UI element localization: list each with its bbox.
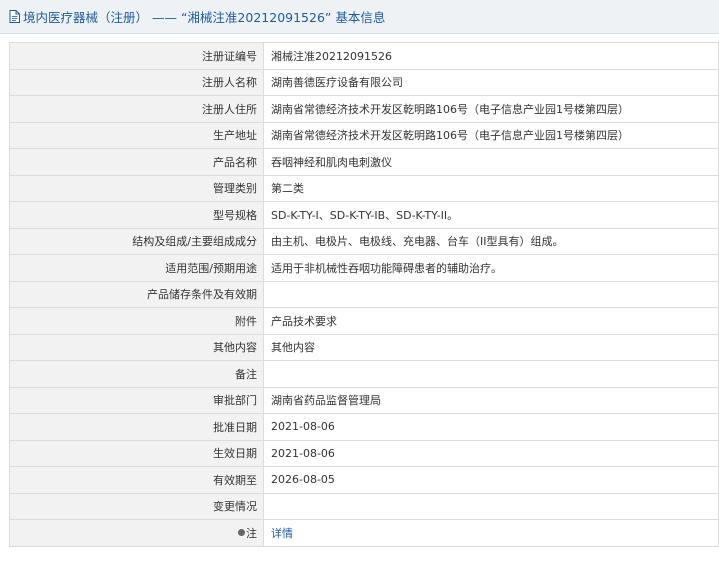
- table-row: 结构及组成/主要组成成分 由主机、电极片、电极线、充电器、台车（II型具有）组成。: [9, 227, 719, 255]
- table-row: 其他内容 其他内容: [9, 333, 719, 361]
- row-value: 湘械注准20212091526: [263, 42, 719, 70]
- row-label: 附件: [9, 307, 264, 335]
- row-value: 湖南善德医疗设备有限公司: [263, 68, 719, 96]
- page-title: 境内医疗器械（注册） —— “湘械注准20212091526” 基本信息: [23, 10, 386, 25]
- row-value: 2021-08-06: [263, 413, 719, 441]
- info-table-container: 注册证编号 湘械注准20212091526 注册人名称 湖南善德医疗设备有限公司 注册人…: [9, 42, 719, 547]
- details-link[interactable]: 详情: [271, 527, 293, 540]
- table-row: 注册人住所 湖南省常德经济技术开发区乾明路106号（电子信息产业园1号楼第四层）: [9, 95, 719, 123]
- row-label: 型号规格: [9, 201, 264, 229]
- table-row: 注册证编号 湘械注准20212091526: [9, 42, 719, 70]
- row-label: 注册人名称: [9, 68, 264, 96]
- table-row: 变更情况: [9, 492, 719, 520]
- note-label-cell: 注: [9, 519, 264, 547]
- row-value: 第二类: [263, 174, 719, 202]
- note-value-cell: 详情: [263, 519, 719, 547]
- row-label: 生产地址: [9, 121, 264, 149]
- row-label: 产品名称: [9, 148, 264, 176]
- row-label: 变更情况: [9, 492, 264, 520]
- row-value: [263, 360, 719, 388]
- table-row: 管理类别 第二类: [9, 174, 719, 202]
- row-value: 产品技术要求: [263, 307, 719, 335]
- row-label: 注册证编号: [9, 42, 264, 70]
- row-label: 审批部门: [9, 386, 264, 414]
- table-row: 审批部门 湖南省药品监督管理局: [9, 386, 719, 414]
- note-bullet-icon: [238, 529, 245, 537]
- row-value: [263, 492, 719, 520]
- row-label: 其他内容: [9, 333, 264, 361]
- row-value: 吞咽神经和肌肉电刺激仪: [263, 148, 719, 176]
- table-row: 生效日期 2021-08-06: [9, 439, 719, 467]
- table-row: 附件 产品技术要求: [9, 307, 719, 335]
- row-value: 其他内容: [263, 333, 719, 361]
- table-row-note: 注 详情: [9, 519, 719, 547]
- page-header: 境内医疗器械（注册） —— “湘械注准20212091526” 基本信息: [0, 0, 719, 34]
- document-icon: [9, 10, 20, 23]
- info-table: 注册证编号 湘械注准20212091526 注册人名称 湖南善德医疗设备有限公司 注册人…: [9, 42, 719, 547]
- table-row: 备注: [9, 360, 719, 388]
- row-value: [263, 280, 719, 308]
- table-row: 适用范围/预期用途 适用于非机械性吞咽功能障碍患者的辅助治疗。: [9, 254, 719, 282]
- row-label: 备注: [9, 360, 264, 388]
- row-label: 结构及组成/主要组成成分: [9, 227, 264, 255]
- row-value: 湖南省常德经济技术开发区乾明路106号（电子信息产业园1号楼第四层）: [263, 95, 719, 123]
- row-value: 2021-08-06: [263, 439, 719, 467]
- note-label: 注: [246, 526, 257, 540]
- row-value: 适用于非机械性吞咽功能障碍患者的辅助治疗。: [263, 254, 719, 282]
- row-value: 湖南省常德经济技术开发区乾明路106号（电子信息产业园1号楼第四层）: [263, 121, 719, 149]
- table-row: 产品名称 吞咽神经和肌肉电刺激仪: [9, 148, 719, 176]
- row-label: 管理类别: [9, 174, 264, 202]
- row-label: 生效日期: [9, 439, 264, 467]
- row-label: 有效期至: [9, 466, 264, 494]
- info-table-body: 注册证编号 湘械注准20212091526 注册人名称 湖南善德医疗设备有限公司 注册人…: [9, 42, 719, 547]
- row-value: SD-K-TY-I、SD-K-TY-IB、SD-K-TY-II。: [263, 201, 719, 229]
- row-label: 注册人住所: [9, 95, 264, 123]
- table-row: 型号规格 SD-K-TY-I、SD-K-TY-IB、SD-K-TY-II。: [9, 201, 719, 229]
- row-value: 2026-08-05: [263, 466, 719, 494]
- table-row: 产品储存条件及有效期: [9, 280, 719, 308]
- row-label: 批准日期: [9, 413, 264, 441]
- row-value: 由主机、电极片、电极线、充电器、台车（II型具有）组成。: [263, 227, 719, 255]
- table-row: 注册人名称 湖南善德医疗设备有限公司: [9, 68, 719, 96]
- table-row: 生产地址 湖南省常德经济技术开发区乾明路106号（电子信息产业园1号楼第四层）: [9, 121, 719, 149]
- table-row: 批准日期 2021-08-06: [9, 413, 719, 441]
- row-label: 适用范围/预期用途: [9, 254, 264, 282]
- table-row: 有效期至 2026-08-05: [9, 466, 719, 494]
- row-label: 产品储存条件及有效期: [9, 280, 264, 308]
- row-value: 湖南省药品监督管理局: [263, 386, 719, 414]
